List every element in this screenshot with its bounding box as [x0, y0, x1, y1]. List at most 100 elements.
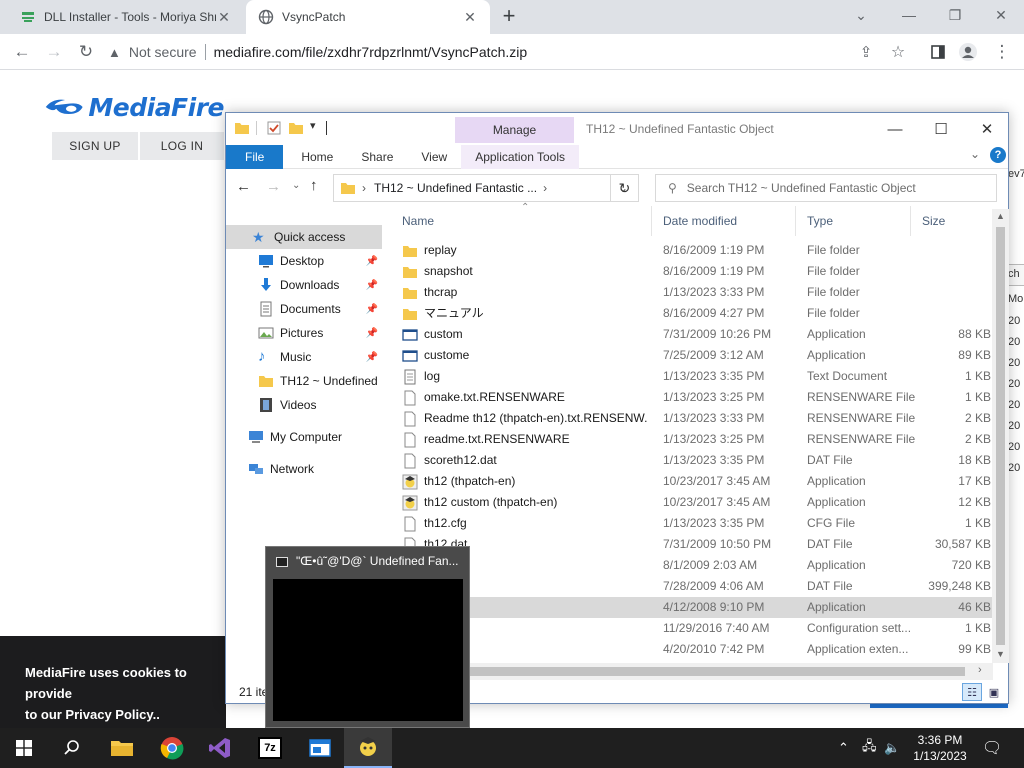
column-header-date-modified[interactable]: Date modified [652, 206, 796, 236]
file-row[interactable]: snapshot 8/16/2009 1:19 PM File folder [391, 261, 993, 282]
help-icon[interactable]: ? [990, 147, 1006, 163]
pin-icon[interactable]: 📌 [366, 256, 378, 267]
chrome-icon[interactable] [148, 728, 196, 768]
nav-item-pictures[interactable]: Pictures 📌 [226, 321, 382, 345]
up-arrow-icon[interactable]: ↑ [310, 177, 318, 194]
reload-icon[interactable]: ↻ [74, 40, 98, 64]
nav-item-downloads[interactable]: Downloads 📌 [226, 273, 382, 297]
quick-access-toolbar-dropdown-icon[interactable]: ▾ [310, 119, 316, 132]
app-window-icon[interactable] [296, 728, 344, 768]
tab-dll-installer[interactable]: DLL Installer - Tools - Moriya Shr ✕ [8, 0, 244, 34]
search-input[interactable]: ⚲ Search TH12 ~ Undefined Fantastic Obje… [655, 174, 997, 202]
tab-share[interactable]: Share [347, 145, 407, 169]
file-row[interactable]: 11/29/2016 7:40 AM Configuration sett... 1… [391, 618, 993, 639]
file-row[interactable]: custome 7/25/2009 3:12 AM Application 89 KB [391, 345, 993, 366]
column-header-size[interactable]: Size [911, 206, 997, 236]
recent-locations-chevron-icon[interactable]: ⌄ [292, 180, 300, 191]
scrollbar-thumb[interactable] [399, 667, 965, 676]
chrome-menu-icon[interactable]: ⋮ [990, 40, 1014, 64]
share-icon[interactable]: ⇪ [854, 40, 878, 64]
network-status-icon[interactable]: 🖧 [862, 728, 877, 768]
back-arrow-icon[interactable]: ← [10, 40, 34, 64]
file-row[interactable]: omake.txt.RENSENWARE 1/13/2023 3:25 PM REN… [391, 387, 993, 408]
tab-application-tools[interactable]: Application Tools [461, 145, 580, 169]
file-name-cell[interactable]: th12 custom (thpatch-en) [402, 492, 647, 513]
large-icons-view-icon[interactable]: ▣ [985, 683, 1003, 701]
nav-item-th12-folder[interactable]: TH12 ~ Undefined F [226, 369, 382, 393]
file-row[interactable]: dat7/28/2009 4:06 AMDAT File399,248 KB [391, 576, 993, 597]
log-in-button[interactable]: LOG IN [140, 132, 224, 160]
nav-item-my-computer[interactable]: My Computer [226, 425, 382, 449]
bookmark-star-icon[interactable]: ☆ [886, 40, 910, 64]
file-name-cell[interactable]: th12.cfg [402, 513, 647, 534]
sign-up-button[interactable]: SIGN UP [52, 132, 138, 160]
manage-context-tab[interactable]: Manage [455, 117, 574, 143]
file-name-cell[interactable]: thcrap [402, 282, 647, 303]
new-folder-icon[interactable] [288, 120, 304, 136]
file-name-cell[interactable]: custome [402, 345, 647, 366]
nav-item-quick-access[interactable]: ★ Quick access [226, 225, 382, 249]
file-row[interactable]: scoreth12.dat 1/13/2023 3:35 PM DAT File 18… [391, 450, 993, 471]
address-breadcrumb-bar[interactable]: › TH12 ~ Undefined Fantastic ... › ⌄ [333, 174, 639, 202]
visual-studio-icon[interactable] [196, 728, 244, 768]
profile-avatar-icon[interactable] [956, 40, 980, 64]
system-clock[interactable]: 3:36 PM 1/13/2023 [905, 730, 975, 766]
start-icon[interactable] [0, 728, 48, 768]
refresh-icon[interactable]: ↻ [610, 174, 639, 202]
breadcrumb-current-folder[interactable]: TH12 ~ Undefined Fantastic ... [374, 181, 537, 195]
minimize-button[interactable]: — [886, 0, 932, 30]
horizontal-scrollbar[interactable]: › [391, 663, 993, 680]
file-row[interactable]: マニュアル 8/16/2009 4:27 PM File folder [391, 303, 993, 324]
close-window-button[interactable]: ✕ [964, 115, 1010, 143]
column-header-name[interactable]: Name [391, 206, 652, 236]
console-output-area[interactable] [273, 579, 463, 721]
search-icon[interactable] [48, 728, 96, 768]
maximize-button[interactable]: ☐ [918, 115, 964, 143]
file-row[interactable]: readme.txt.RENSENWARE 1/13/2023 3:25 PM RE… [391, 429, 993, 450]
console-window[interactable]: "Œ•û˜@'D@` Undefined Fan... [265, 546, 470, 728]
file-name-cell[interactable]: readme.txt.RENSENWARE [402, 429, 647, 450]
file-name-cell[interactable]: th12 (thpatch-en) [402, 471, 647, 492]
back-arrow-icon[interactable]: ← [236, 178, 251, 195]
file-row[interactable]: th12.cfg 1/13/2023 3:35 PM CFG File 1 KB [391, 513, 993, 534]
tab-home[interactable]: Home [283, 145, 347, 169]
notification-center-icon[interactable]: 🗨 [982, 728, 1002, 768]
file-name-cell[interactable]: snapshot [402, 261, 647, 282]
scroll-right-arrow-icon[interactable]: › [978, 664, 982, 676]
file-row[interactable]: Readme th12 (thpatch-en).txt.RENSENW... 1… [391, 408, 993, 429]
file-row[interactable]: thcrap 1/13/2023 3:33 PM File folder [391, 282, 993, 303]
pin-icon[interactable]: 📌 [366, 280, 378, 291]
ribbon-expand-chevron-icon[interactable]: ⌄ [970, 147, 980, 161]
file-name-cell[interactable]: マニュアル [402, 303, 647, 324]
nav-item-desktop[interactable]: Desktop 📌 [226, 249, 382, 273]
nav-item-documents[interactable]: Documents 📌 [226, 297, 382, 321]
file-row[interactable]: log 1/13/2023 3:35 PM Text Document 1 KB [391, 366, 993, 387]
mediafire-logo[interactable]: MediaFire [44, 90, 224, 124]
file-name-cell[interactable]: custom [402, 324, 647, 345]
properties-check-icon[interactable] [266, 120, 282, 136]
file-explorer-icon[interactable] [98, 728, 146, 768]
new-tab-button[interactable]: + [498, 5, 520, 28]
column-header-type[interactable]: Type [796, 206, 911, 236]
file-name-cell[interactable]: omake.txt.RENSENWARE [402, 387, 647, 408]
pin-icon[interactable]: 📌 [366, 352, 378, 363]
forward-arrow-icon[interactable]: → [266, 178, 281, 195]
file-row[interactable]: th12.dll4/20/2010 7:42 PMApplication ext… [391, 639, 993, 660]
tab-file[interactable]: File [226, 145, 284, 169]
file-name-cell[interactable]: scoreth12.dat [402, 450, 647, 471]
scroll-down-arrow-icon[interactable]: ▼ [996, 649, 1005, 659]
close-tab-icon[interactable]: ✕ [462, 9, 478, 26]
address-bar[interactable]: ▲ Not secure mediafire.com/file/zxdhr7rd… [108, 39, 922, 65]
file-row[interactable]: th12 custom (thpatch-en) 10/23/2017 3:45 … [391, 492, 993, 513]
file-row[interactable]: th12.dat 7/31/2009 10:50 PM DAT File 30,587… [391, 534, 993, 555]
volume-icon[interactable]: 🔈 [884, 728, 900, 768]
file-row[interactable]: th12 (thpatch-en) 10/23/2017 3:45 AM Appli… [391, 471, 993, 492]
file-name-cell[interactable]: replay [402, 240, 647, 261]
tab-view[interactable]: View [407, 145, 461, 169]
file-row[interactable]: custom 7/31/2009 10:26 PM Application 88 KB [391, 324, 993, 345]
7zip-icon[interactable]: 7z [246, 728, 294, 768]
minimize-button[interactable]: — [872, 115, 918, 143]
file-row[interactable]: 4/12/2008 9:10 PM Application 46 KB [391, 597, 993, 618]
show-hidden-icons-chevron-icon[interactable]: ⌃ [838, 728, 849, 768]
th12-game-icon[interactable] [344, 728, 392, 768]
